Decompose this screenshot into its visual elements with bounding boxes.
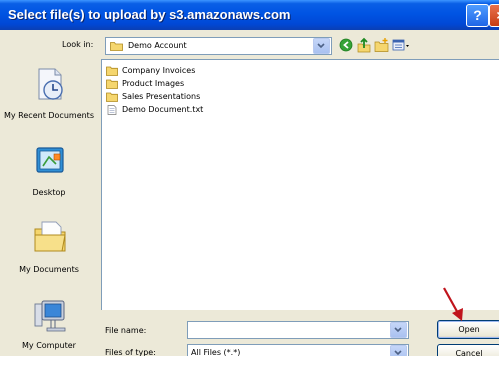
folder-icon <box>106 79 118 89</box>
chevron-down-icon <box>394 327 402 333</box>
file-type-dropdown[interactable]: All Files (*.*) <box>187 344 409 356</box>
file-type-value: All Files (*.*) <box>191 348 241 356</box>
my-documents-icon <box>34 221 66 252</box>
back-icon[interactable] <box>339 37 353 53</box>
file-name: Sales Presentations <box>122 92 201 101</box>
place-label: My Documents <box>19 265 79 274</box>
text-file-icon <box>107 105 117 115</box>
help-button[interactable]: ? <box>466 4 489 27</box>
place-label: My Computer <box>22 341 76 350</box>
folder-icon <box>106 66 118 76</box>
my-computer-icon <box>34 300 66 332</box>
title-bar[interactable]: Select file(s) to upload by s3.amazonaws… <box>0 0 499 30</box>
chevron-down-icon <box>394 350 402 356</box>
dialog-title: Select file(s) to upload by s3.amazonaws… <box>8 7 291 22</box>
file-name-dropdown-button[interactable] <box>390 322 407 338</box>
close-button[interactable]: × <box>489 4 499 27</box>
file-list[interactable]: Company Invoices Product Images Sales Pr… <box>101 59 499 310</box>
look-in-value: Demo Account <box>128 41 187 50</box>
file-type-label: Files of type: <box>105 348 156 356</box>
place-label: Desktop <box>32 188 66 197</box>
file-type-dropdown-button[interactable] <box>390 345 407 356</box>
recent-documents-icon <box>38 68 63 100</box>
cancel-button[interactable]: Cancel <box>437 344 499 356</box>
folder-icon <box>106 92 118 102</box>
file-upload-dialog: Select file(s) to upload by s3.amazonaws… <box>0 0 499 356</box>
file-name: Product Images <box>122 79 185 88</box>
file-name-label: File name: <box>105 326 147 335</box>
chevron-down-icon <box>317 43 325 49</box>
look-in-dropdown[interactable]: Demo Account <box>105 37 332 55</box>
up-folder-icon[interactable] <box>356 37 372 53</box>
look-in-label: Look in: <box>62 40 94 49</box>
file-name: Demo Document.txt <box>122 105 204 114</box>
desktop-icon <box>36 147 64 173</box>
file-name: Company Invoices <box>122 66 196 75</box>
file-name-field[interactable] <box>187 321 409 339</box>
views-menu-icon[interactable] <box>392 37 410 53</box>
folder-icon <box>110 42 123 51</box>
file-name-input[interactable] <box>190 323 385 336</box>
red-arrow-icon <box>443 287 463 321</box>
look-in-dropdown-button[interactable] <box>313 38 330 54</box>
place-label: My Recent Documents <box>4 111 94 120</box>
new-folder-icon[interactable] <box>374 37 390 53</box>
